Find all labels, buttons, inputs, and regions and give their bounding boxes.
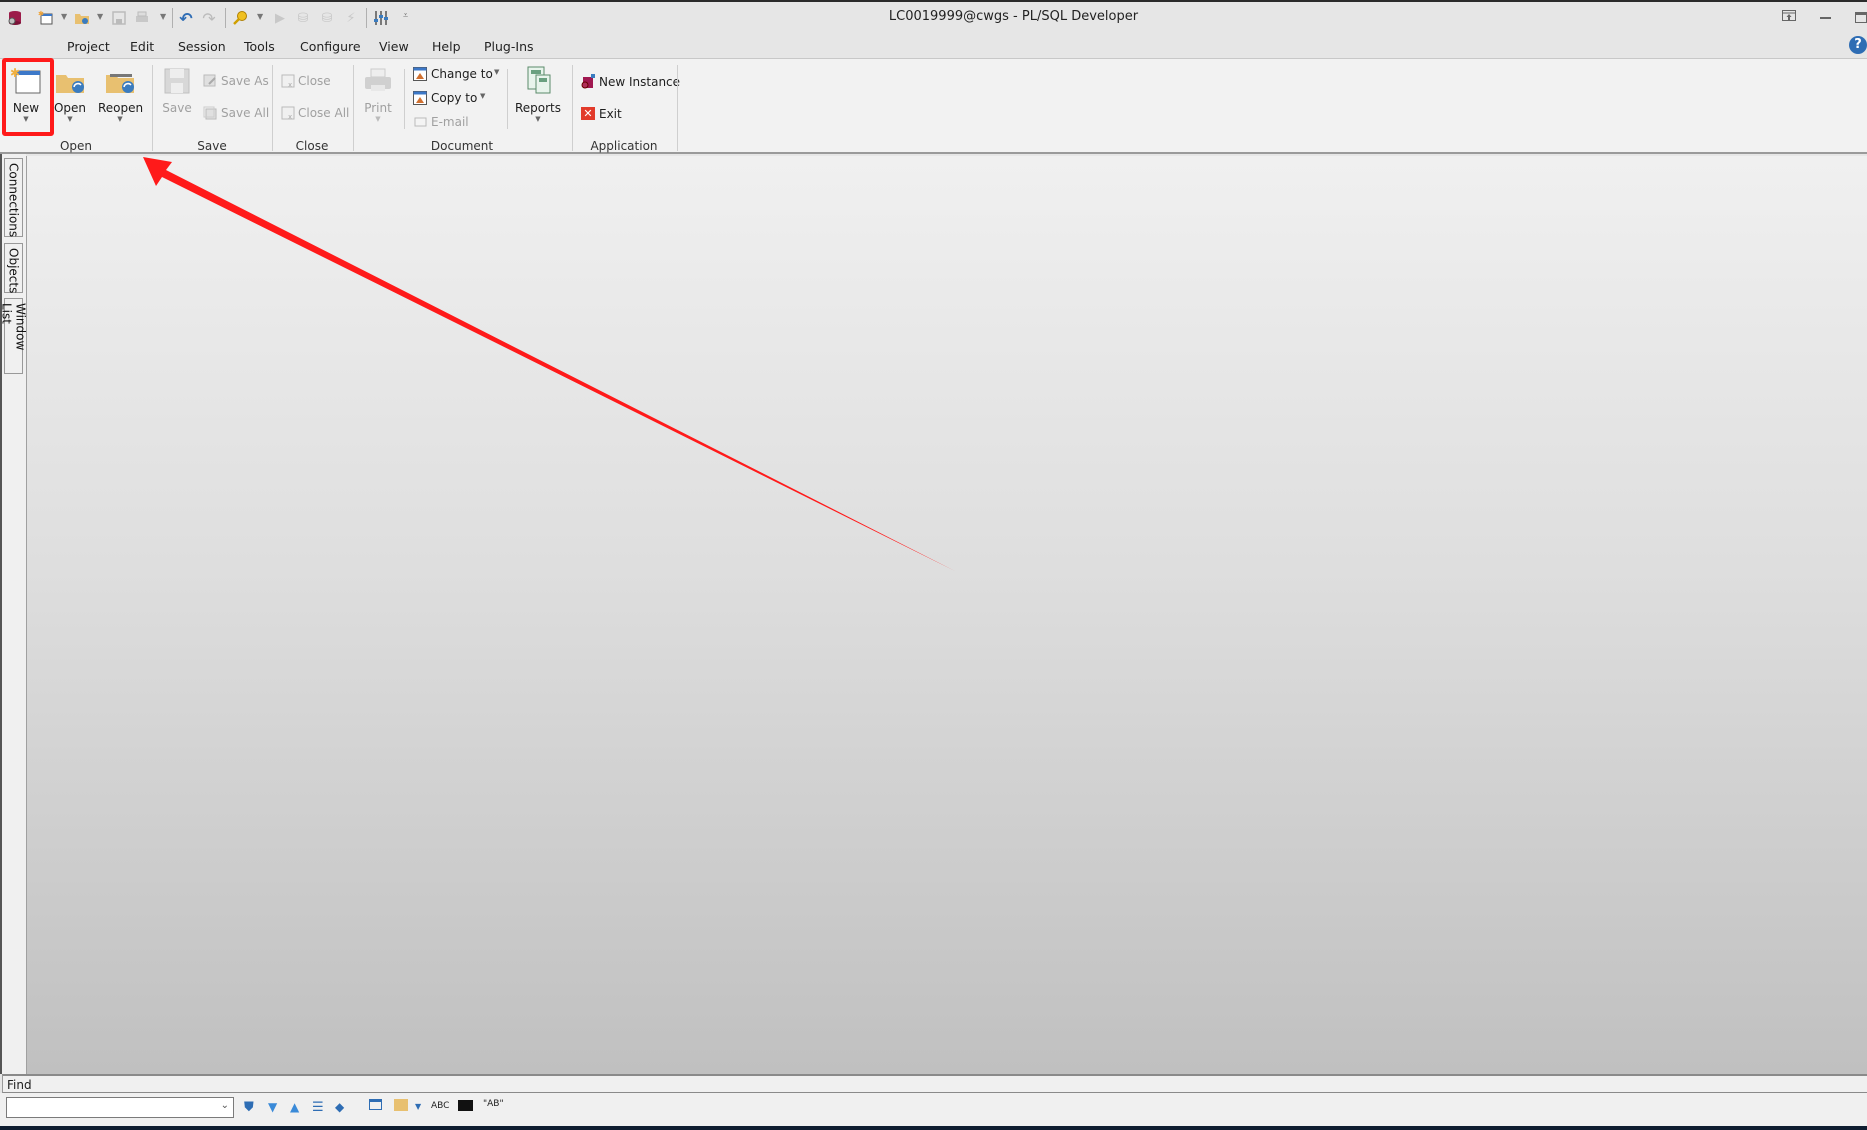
menu-session[interactable]: Session <box>178 39 226 54</box>
save-button: Save <box>160 65 194 115</box>
copy-to-icon <box>413 91 427 108</box>
group-label-open: Open <box>59 139 93 153</box>
print-button: Print ▼ <box>360 65 396 123</box>
reopen-button[interactable]: Reopen ▼ <box>98 65 144 123</box>
menu-project[interactable]: Project <box>67 39 110 54</box>
folder-icon[interactable] <box>394 1099 408 1111</box>
window-title: LC0019999@cwgs - PL/SQL Developer <box>888 9 1139 24</box>
menu-tools[interactable]: Tools <box>244 39 275 54</box>
close-button: Close <box>298 74 331 88</box>
reopen-dropdown-icon[interactable]: ▼ <box>98 115 142 123</box>
dropdown-icon[interactable]: ▼ <box>415 1102 421 1111</box>
title-bar: ✱ ▼ ▼ ▼ ↶ ↷ ▼ ▶ ⛁ ⛁ ⚡ ⩡ LC0019999@cwgs -… <box>0 0 1867 32</box>
save-disk-icon <box>161 65 193 97</box>
group-label-document: Document <box>430 139 494 153</box>
menu-configure[interactable]: Configure <box>300 39 361 54</box>
save-as-icon <box>203 74 217 91</box>
help-icon[interactable]: ? <box>1849 36 1867 54</box>
chevron-down-icon[interactable]: ⌄ <box>221 1100 229 1111</box>
open-dropdown-icon[interactable]: ▼ <box>52 115 88 123</box>
restore-ribbon-icon[interactable] <box>1782 10 1796 24</box>
svg-text:x: x <box>288 81 292 88</box>
minimize-icon[interactable] <box>1820 17 1831 19</box>
exit-button[interactable]: Exit <box>599 107 622 121</box>
reopen-label: Reopen <box>98 101 144 115</box>
group-label-close: Close <box>295 139 329 153</box>
eraser-icon[interactable]: ◆ <box>335 1100 344 1114</box>
reports-icon <box>522 65 554 97</box>
menu-help[interactable]: Help <box>432 39 461 54</box>
save-label: Save <box>162 101 192 115</box>
change-to-icon <box>413 67 427 84</box>
menu-view[interactable]: View <box>379 39 409 54</box>
save-as-button: Save As <box>221 74 269 88</box>
close-all-icon: x <box>281 106 295 123</box>
reports-label: Reports <box>514 101 562 115</box>
tab-connections[interactable]: Connections <box>4 158 23 237</box>
maximize-icon[interactable] <box>1855 12 1867 23</box>
open-folder-icon <box>54 65 86 97</box>
group-label-save: Save <box>197 139 227 153</box>
find-previous-icon[interactable]: ▲ <box>290 1100 299 1114</box>
copy-to-button[interactable]: Copy to <box>431 91 477 105</box>
highlight-box <box>2 58 54 136</box>
email-button: E-mail <box>431 115 469 129</box>
ribbon: ✱ New ▼ Open ▼ Reopen ▼ Open Save Save A… <box>0 58 1867 154</box>
find-toolbar: ⌄ ⛊ ▼ ▲ ☰ ◆ ▼ ABC "AB" <box>0 1093 1867 1126</box>
side-panel: Connections Objects Window List <box>0 154 28 1074</box>
open-button[interactable]: Open ▼ <box>52 65 88 123</box>
tab-window-list[interactable]: Window List <box>0 298 28 374</box>
print-label: Print <box>364 101 392 115</box>
reopen-folder-icon <box>104 65 136 97</box>
tab-objects[interactable]: Objects <box>4 243 23 293</box>
new-instance-icon <box>580 74 596 93</box>
group-label-application: Application <box>590 139 658 153</box>
quoted-ab-icon[interactable]: "AB" <box>483 1099 504 1109</box>
printer-icon <box>362 65 394 97</box>
mdi-workspace <box>26 156 1867 1074</box>
print-dropdown-icon: ▼ <box>375 115 381 123</box>
close-all-button: Close All <box>298 106 350 120</box>
open-label: Open <box>53 101 87 115</box>
close-doc-icon: x <box>281 74 295 91</box>
separator <box>507 69 508 129</box>
save-all-button: Save All <box>221 106 270 120</box>
binoculars-icon[interactable]: ⛊ <box>244 1100 254 1115</box>
reports-button[interactable]: Reports ▼ <box>514 65 562 123</box>
email-icon <box>413 116 427 131</box>
find-next-icon[interactable]: ▼ <box>268 1100 277 1114</box>
svg-text:x: x <box>288 113 292 120</box>
menu-edit[interactable]: Edit <box>130 39 154 54</box>
list-icon[interactable]: ☰ <box>312 1100 324 1115</box>
save-all-icon <box>203 106 217 123</box>
window-icon[interactable] <box>369 1099 382 1110</box>
separator <box>404 69 405 129</box>
menu-bar: File Project Edit Session Tools Configur… <box>0 32 1867 91</box>
menu-plug-ins[interactable]: Plug-Ins <box>484 39 534 54</box>
find-input[interactable]: ⌄ <box>6 1097 234 1118</box>
copy-to-dropdown-icon[interactable]: ▼ <box>480 92 485 100</box>
change-to-button[interactable]: Change to <box>431 67 493 81</box>
abc-icon[interactable]: ABC <box>431 1101 449 1111</box>
reports-dropdown-icon[interactable]: ▼ <box>514 115 562 123</box>
find-panel-title: Find <box>2 1074 1867 1093</box>
change-to-dropdown-icon[interactable]: ▼ <box>494 68 499 76</box>
exit-icon: ✕ <box>581 107 595 120</box>
taskbar-edge <box>0 1126 1867 1130</box>
new-instance-button[interactable]: New Instance <box>599 75 680 89</box>
whole-word-icon[interactable] <box>458 1100 473 1111</box>
group-separator <box>677 65 678 151</box>
